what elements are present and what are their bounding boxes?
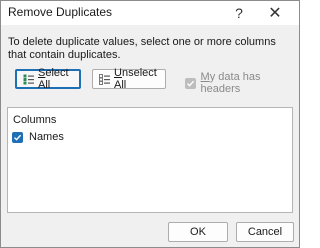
select-all-button[interactable]: Select All xyxy=(15,67,81,91)
checkbox-disabled-checked xyxy=(185,77,196,89)
ok-button[interactable]: OK xyxy=(168,222,228,242)
checkmark-icon xyxy=(186,80,194,87)
unselect-all-icon xyxy=(99,73,110,85)
dialog-title: Remove Duplicates xyxy=(8,5,113,19)
help-button[interactable]: ? xyxy=(224,1,254,25)
column-label-names: Names xyxy=(29,131,64,143)
headers-label: My data has headers xyxy=(200,71,261,95)
select-all-label: Select All xyxy=(38,67,69,91)
remove-duplicates-dialog: Remove Duplicates ? ✕ To delete duplicat… xyxy=(0,0,300,248)
cancel-button[interactable]: Cancel xyxy=(236,222,294,242)
checkmark-icon xyxy=(14,134,22,141)
dialog-description: To delete duplicate values, select one o… xyxy=(8,36,276,61)
unselect-all-button[interactable]: Unselect All xyxy=(92,67,166,91)
close-button[interactable]: ✕ xyxy=(260,1,290,25)
select-all-icon xyxy=(23,74,34,84)
my-data-has-headers-checkbox[interactable]: My data has headers xyxy=(185,71,299,95)
columns-list: Columns Names xyxy=(7,107,293,213)
title-bar: Remove Duplicates ? ✕ xyxy=(1,1,299,25)
names-checkbox[interactable] xyxy=(12,131,23,143)
unselect-all-label: Unselect All xyxy=(114,67,157,91)
columns-header: Columns xyxy=(13,114,57,126)
list-item[interactable]: Names xyxy=(12,131,64,143)
